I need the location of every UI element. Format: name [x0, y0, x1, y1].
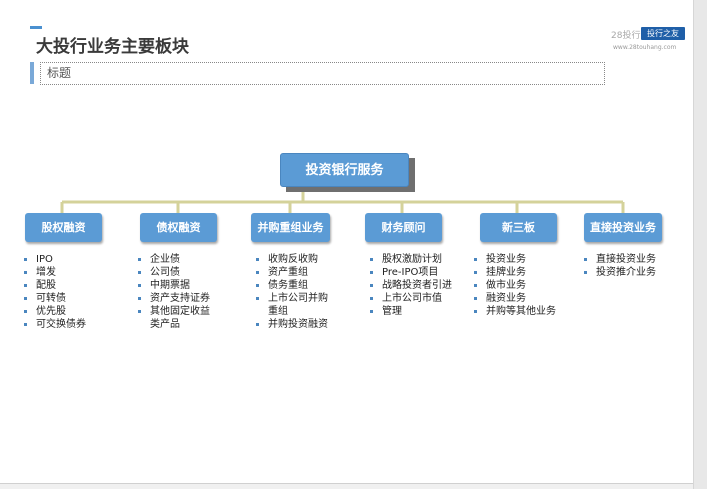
direct-investment-list: 直接投资业务 投资推介业务 — [584, 253, 656, 279]
list-item: 配股 — [24, 279, 86, 292]
list-item: 收购反收购 — [256, 253, 328, 266]
list-item-continuation: 重组 — [268, 306, 288, 317]
list-item: 上市公司市值 — [370, 292, 452, 305]
list-item: 上市公司并购 — [256, 292, 328, 305]
category-ma[interactable]: 并购重组业务 — [251, 213, 330, 242]
vertical-scrollbar[interactable] — [693, 0, 707, 489]
list-item: 公司债 — [138, 266, 210, 279]
list-item: 直接投资业务 — [584, 253, 656, 266]
list-item: Pre-IPO项目 — [370, 266, 452, 279]
list-item: 中期票据 — [138, 279, 210, 292]
category-neeq[interactable]: 新三板 — [480, 213, 557, 242]
list-item: 资产重组 — [256, 266, 328, 279]
category-direct-investment[interactable]: 直接投资业务 — [584, 213, 662, 242]
list-item: 企业债 — [138, 253, 210, 266]
ma-list: 收购反收购 资产重组 债务重组 上市公司并购 重组 并购投资融资 — [256, 253, 328, 331]
list-item: 战略投资者引进 — [370, 279, 452, 292]
list-item: 投资业务 — [474, 253, 556, 266]
list-item: 资产支持证券 — [138, 292, 210, 305]
equity-financing-list: IPO 增发 配股 可转债 优先股 可交换债券 — [24, 253, 86, 331]
list-item: 其他固定收益 — [138, 305, 210, 318]
list-item: 增发 — [24, 266, 86, 279]
list-item: 投资推介业务 — [584, 266, 656, 279]
list-item-continuation: 类产品 — [150, 319, 180, 330]
category-financial-advisory[interactable]: 财务顾问 — [365, 213, 442, 242]
debt-financing-list: 企业债 公司债 中期票据 资产支持证券 其他固定收益 类产品 — [138, 253, 210, 331]
list-item: 管理 — [370, 305, 452, 318]
category-debt-financing[interactable]: 债权融资 — [140, 213, 217, 242]
list-item: 挂牌业务 — [474, 266, 556, 279]
list-item: 做市业务 — [474, 279, 556, 292]
neeq-list: 投资业务 挂牌业务 做市业务 融资业务 并购等其他业务 — [474, 253, 556, 318]
slide-canvas: 大投行业务主要板块 28投行 投行之友 www.28touhang.com 标题… — [0, 0, 694, 484]
list-item: 股权激励计划 — [370, 253, 452, 266]
list-item: 融资业务 — [474, 292, 556, 305]
list-item: 可转债 — [24, 292, 86, 305]
list-item: 可交换债券 — [24, 318, 86, 331]
list-item: 并购等其他业务 — [474, 305, 556, 318]
list-item: 并购投资融资 — [256, 318, 328, 331]
financial-advisory-list: 股权激励计划 Pre-IPO项目 战略投资者引进 上市公司市值 管理 — [370, 253, 452, 318]
root-node[interactable]: 投资银行服务 — [280, 153, 409, 187]
list-item: IPO — [24, 253, 86, 266]
category-equity-financing[interactable]: 股权融资 — [25, 213, 102, 242]
list-item: 优先股 — [24, 305, 86, 318]
list-item: 债务重组 — [256, 279, 328, 292]
